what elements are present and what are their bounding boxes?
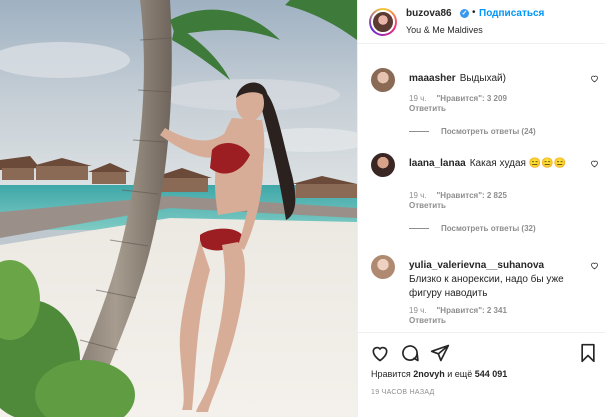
comment-text: maaasher Выдыхай) [409,72,589,86]
likes-count[interactable]: 544 091 [475,369,508,379]
likes-summary[interactable]: Нравится 2novyh и ещё 544 091 [371,369,507,379]
reply-button[interactable]: Ответить [409,104,446,113]
likes-user[interactable]: 2novyh [413,369,445,379]
commenter-avatar[interactable] [371,68,395,92]
likes-prefix: Нравится [371,369,411,379]
comment-body: Близко к анорексии, надо бы уже фигуру н… [409,274,564,299]
photo-illustration [0,0,357,417]
post-photo[interactable] [0,0,357,417]
comment-time: 19 ч. [409,191,427,200]
comment-meta: 19 ч. "Нравится": 2 341 [409,306,517,315]
view-replies-button[interactable]: Посмотреть ответы (32) [409,224,536,233]
heart-icon[interactable] [370,343,390,363]
reply-button[interactable]: Ответить [409,201,446,210]
author-username[interactable]: buzova86 [406,8,452,19]
post-actions-bar [358,332,605,372]
bookmark-icon[interactable] [578,343,598,363]
verified-icon: ✓ [460,9,469,18]
comment-icon[interactable] [400,343,420,363]
post-header: buzova86 ✓ • Подписаться You & Me Maldiv… [358,0,605,44]
likes-mid: и ещё [447,369,473,379]
comment-meta: 19 ч. "Нравится": 2 825 [409,191,517,200]
post-location[interactable]: You & Me Maldives [406,25,483,35]
comment-likes[interactable]: "Нравится": 2 825 [437,191,507,200]
commenter-username[interactable]: maaasher [409,73,456,84]
commenter-username[interactable]: laana_lanaa [409,158,466,169]
like-comment-heart-icon[interactable] [590,74,599,83]
comment-time: 19 ч. [409,306,427,315]
comment-body: Выдыхай) [459,73,506,84]
like-comment-heart-icon[interactable] [590,261,599,270]
view-replies-button[interactable]: Посмотреть ответы (24) [409,127,536,136]
replies-divider [409,131,429,133]
view-replies-label: Посмотреть ответы (24) [441,127,536,136]
commenter-avatar[interactable] [371,153,395,177]
like-comment-heart-icon[interactable] [590,159,599,168]
comment-text: yulia_valerievna__suhanova Близко к анор… [409,259,589,301]
reply-button[interactable]: Ответить [409,316,446,325]
share-icon[interactable] [430,343,450,363]
comment-likes[interactable]: "Нравится": 3 209 [437,94,507,103]
separator-dot: • [472,7,476,18]
comment-likes[interactable]: "Нравится": 2 341 [437,306,507,315]
author-avatar[interactable] [369,8,397,36]
post-side-panel: buzova86 ✓ • Подписаться You & Me Maldiv… [357,0,605,417]
comment-text: laana_lanaa Какая худая 😑😑😑 [409,157,589,171]
view-replies-label: Посмотреть ответы (32) [441,224,536,233]
comment-time: 19 ч. [409,94,427,103]
comment-meta: 19 ч. "Нравится": 3 209 [409,94,517,103]
follow-button[interactable]: Подписаться [479,8,544,19]
comment-body: Какая худая 😑😑😑 [469,158,567,169]
commenter-username[interactable]: yulia_valerievna__suhanova [409,260,544,271]
commenter-avatar[interactable] [371,255,395,279]
comments-list[interactable]: maaasher Выдыхай) 19 ч. "Нравится": 3 209 … [358,45,605,332]
replies-divider [409,228,429,230]
post-timestamp[interactable]: 19 ЧАСОВ НАЗАД [371,389,435,396]
